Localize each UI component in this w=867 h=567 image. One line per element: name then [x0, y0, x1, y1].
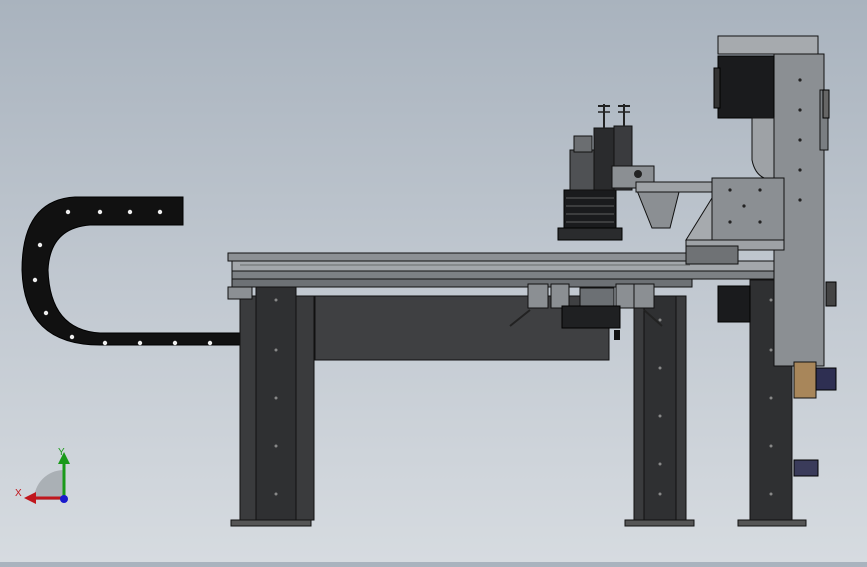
left-support-leg — [230, 277, 315, 527]
triad-plane — [34, 470, 64, 500]
cad-viewport[interactable]: Y X — [0, 0, 867, 562]
x-axis-label: X — [15, 488, 22, 499]
cable-drag-chain — [21, 196, 241, 346]
x-axis-arrowhead — [24, 492, 36, 504]
y-axis-label: Y — [58, 447, 65, 458]
gantry-model-drawing[interactable]: Y X — [0, 0, 867, 562]
middle-support-leg — [624, 295, 695, 527]
z-axis-dot — [60, 495, 68, 503]
coordinate-triad[interactable]: Y X — [15, 447, 70, 504]
carriage-and-spindle-head — [557, 104, 713, 241]
